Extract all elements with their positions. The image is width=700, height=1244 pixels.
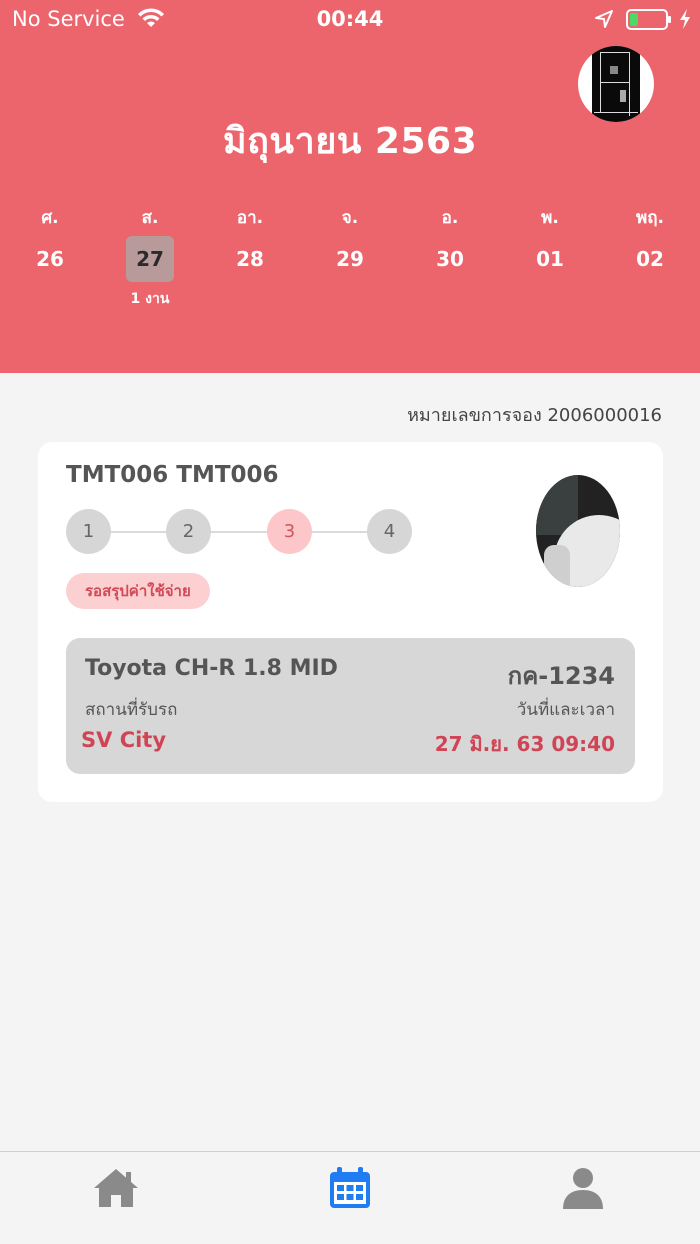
day-job-count: 1 งาน (130, 291, 170, 307)
calendar-header: No Service 00:44 มิถุนายน 2563 ศ. 26 ส. … (0, 0, 700, 373)
step-2: 2 (166, 509, 211, 554)
step-1: 1 (66, 509, 111, 554)
datetime-label: วันที่และเวลา (516, 700, 615, 720)
home-icon (94, 1169, 138, 1207)
step-4: 4 (367, 509, 412, 554)
booking-title: TMT006 TMT006 (66, 462, 279, 488)
day-number[interactable]: 28 (226, 236, 274, 282)
day-name: อ. (441, 208, 459, 228)
progress-steps: 1 2 3 4 (66, 509, 416, 555)
location-arrow-icon (595, 10, 613, 28)
day-column[interactable]: ส. 27 1 งาน (100, 206, 200, 310)
avatar-image (592, 46, 640, 122)
steps-connector (88, 531, 388, 533)
day-number[interactable]: 02 (626, 236, 674, 282)
charging-bolt-icon (680, 9, 690, 29)
battery-icon (626, 9, 671, 30)
week-strip: ศ. 26 ส. 27 1 งาน อา. 28 จ. 29 อ. 30 พ. … (0, 206, 700, 316)
calendar-icon (330, 1167, 370, 1208)
pickup-location-label: สถานที่รับรถ (85, 700, 178, 720)
month-title: มิถุนายน 2563 (222, 121, 478, 162)
day-number[interactable]: 26 (26, 236, 74, 282)
day-column[interactable]: อา. 28 (200, 206, 300, 282)
status-badge: รอสรุปค่าใช้จ่าย (66, 573, 210, 609)
status-bar: No Service 00:44 (0, 0, 700, 40)
tab-bar (0, 1151, 700, 1244)
datetime-value: 27 มิ.ย. 63 09:40 (434, 732, 615, 756)
car-photo (536, 475, 620, 587)
user-icon (563, 1168, 603, 1209)
day-number-selected[interactable]: 27 (126, 236, 174, 282)
day-column[interactable]: พฤ. 02 (600, 206, 700, 282)
tab-profile[interactable] (553, 1166, 613, 1216)
car-model: Toyota CH-R 1.8 MID (85, 656, 338, 681)
day-column[interactable]: ศ. 26 (0, 206, 100, 282)
pickup-location-value: SV City (81, 728, 167, 752)
booking-number: หมายเลขการจอง 2006000016 (407, 405, 662, 426)
booking-card[interactable]: TMT006 TMT006 1 2 3 4 รอสรุปค่าใช้จ่าย T… (38, 442, 663, 802)
tab-home[interactable] (86, 1166, 146, 1216)
profile-avatar[interactable] (578, 46, 654, 122)
day-column[interactable]: อ. 30 (400, 206, 500, 282)
day-column[interactable]: จ. 29 (300, 206, 400, 282)
day-name: ส. (141, 208, 159, 228)
tab-calendar[interactable] (320, 1166, 380, 1216)
day-name: พ. (541, 208, 559, 228)
day-column[interactable]: พ. 01 (500, 206, 600, 282)
step-3-active: 3 (267, 509, 312, 554)
day-number[interactable]: 30 (426, 236, 474, 282)
day-name: พฤ. (636, 208, 664, 228)
license-plate: กค-1234 (507, 662, 615, 690)
car-details: Toyota CH-R 1.8 MID กค-1234 สถานที่รับรถ… (66, 638, 635, 774)
day-name: จ. (341, 208, 359, 228)
day-number[interactable]: 29 (326, 236, 374, 282)
day-name: ศ. (41, 208, 59, 228)
day-name: อา. (236, 208, 264, 228)
day-number[interactable]: 01 (526, 236, 574, 282)
